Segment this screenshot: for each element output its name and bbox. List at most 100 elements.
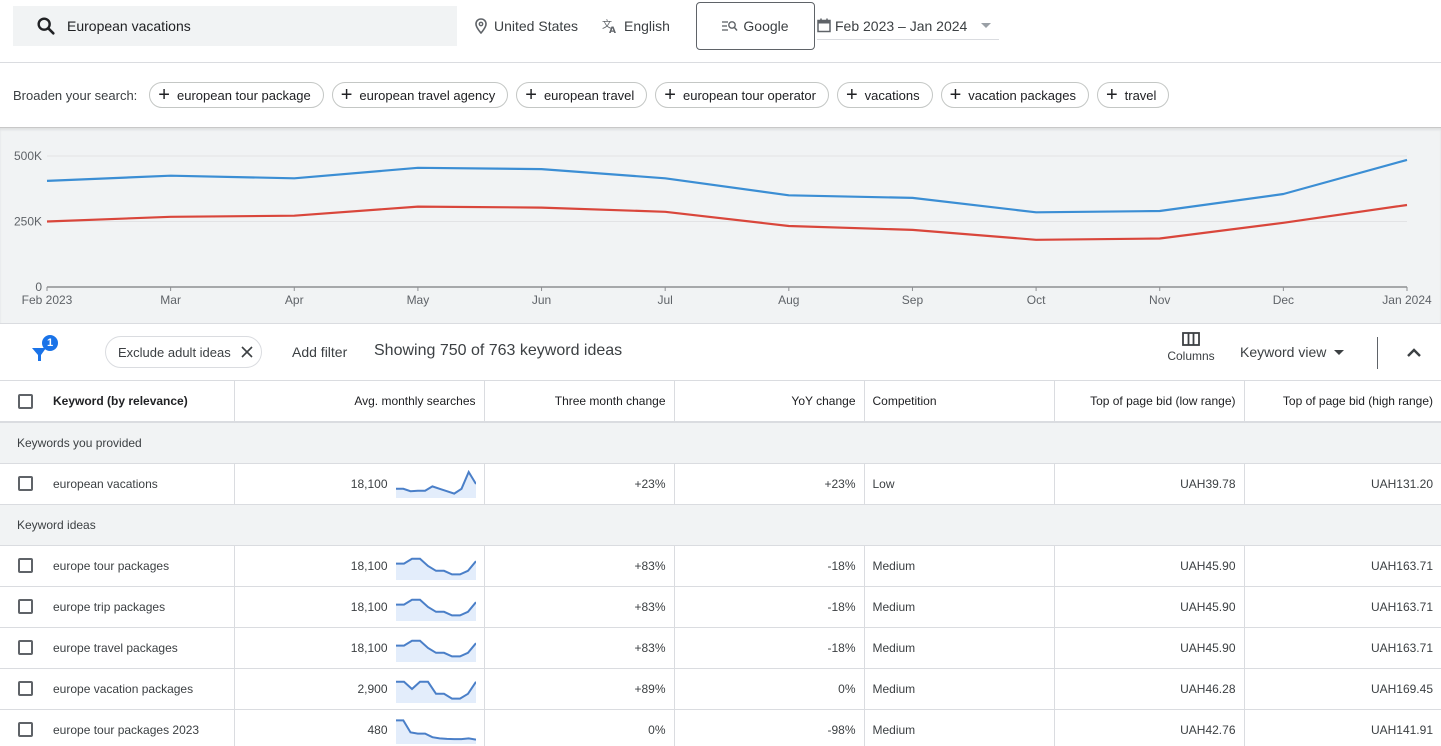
- broaden-chip[interactable]: + european travel: [516, 82, 648, 108]
- keyword-search-box[interactable]: [13, 6, 457, 46]
- competition: Low: [863, 463, 1054, 505]
- x-tick-label: Aug: [778, 293, 799, 307]
- keyword-text: europe tour packages: [53, 558, 170, 573]
- location-selector[interactable]: United States: [474, 0, 578, 52]
- column-header-bid-low[interactable]: Top of page bid (low range): [1053, 381, 1244, 423]
- search-network-selector[interactable]: Google: [696, 2, 815, 50]
- bid-low: UAH45.90: [1053, 545, 1244, 587]
- avg-monthly-searches: 18,100: [350, 558, 388, 573]
- search-icon: [37, 17, 55, 35]
- broaden-chip[interactable]: + european tour package: [149, 82, 324, 108]
- keyword-view-dropdown[interactable]: Keyword view: [1240, 344, 1345, 360]
- plus-icon: +: [525, 84, 537, 106]
- row-checkbox[interactable]: [18, 558, 33, 573]
- three-month-change: +83%: [483, 545, 674, 587]
- broaden-search-bar: Broaden your search: + european tour pack…: [0, 63, 1441, 127]
- add-filter-button[interactable]: Add filter: [292, 344, 347, 360]
- dropdown-arrow-icon: [1334, 349, 1345, 355]
- keyword-search-input[interactable]: [67, 18, 427, 34]
- broaden-label: Broaden your search:: [13, 87, 138, 103]
- column-header-three-month-change[interactable]: Three month change: [483, 381, 674, 423]
- x-tick-label: Oct: [1027, 293, 1046, 307]
- broaden-chip[interactable]: + european tour operator: [655, 82, 829, 108]
- chevron-up-icon[interactable]: [1402, 342, 1426, 362]
- x-tick-label: Sep: [902, 293, 924, 307]
- yoy-change: -18%: [673, 545, 864, 587]
- avg-monthly-searches: 480: [367, 722, 388, 737]
- column-header-keyword[interactable]: Keyword (by relevance): [0, 381, 234, 423]
- group-label: Keywords you provided: [0, 422, 1441, 464]
- table-row[interactable]: europe tour packages 18,100 +83% -18% Me…: [0, 545, 1441, 587]
- exclude-adult-ideas-chip[interactable]: Exclude adult ideas: [105, 336, 262, 368]
- column-header-bid-high[interactable]: Top of page bid (high range): [1243, 381, 1441, 423]
- row-checkbox[interactable]: [18, 681, 33, 696]
- three-month-change: +83%: [483, 586, 674, 628]
- x-tick-label: Apr: [285, 293, 304, 307]
- keyword-ideas-table: Keyword (by relevance) Avg. monthly sear…: [0, 381, 1441, 746]
- select-all-checkbox[interactable]: [18, 393, 33, 409]
- location-pin-icon: [475, 18, 487, 34]
- search-network-label: Google: [743, 18, 789, 34]
- plus-icon: +: [845, 84, 858, 106]
- yoy-change: -18%: [673, 586, 864, 628]
- x-tick-label: May: [407, 293, 430, 307]
- keyword-text: european vacations: [53, 476, 158, 491]
- plus-icon: +: [664, 84, 676, 106]
- chip-label: vacations: [864, 87, 920, 103]
- trend-sparkline: [395, 639, 476, 662]
- keyword-view-label: Keyword view: [1240, 344, 1327, 360]
- filter-button[interactable]: 1: [30, 334, 62, 366]
- avg-monthly-searches: 18,100: [350, 599, 388, 614]
- bid-low: UAH46.28: [1053, 668, 1244, 710]
- keyword-text: europe vacation packages: [53, 681, 194, 696]
- column-header-yoy-change[interactable]: YoY change: [673, 381, 864, 423]
- yoy-change: +23%: [673, 463, 864, 505]
- broaden-chip[interactable]: + vacation packages: [940, 82, 1089, 108]
- series-line-total: [46, 158, 1408, 214]
- avg-monthly-searches: 18,100: [350, 640, 388, 655]
- divider: [1377, 337, 1378, 369]
- x-tick-label: Nov: [1149, 293, 1170, 307]
- broaden-chip[interactable]: + european travel agency: [331, 82, 509, 108]
- competition: Medium: [863, 668, 1054, 710]
- series-line-mobile: [46, 203, 1408, 241]
- column-header-searches[interactable]: Avg. monthly searches: [233, 381, 484, 423]
- filter-count-badge: 1: [42, 335, 58, 351]
- yoy-change: 0%: [673, 668, 864, 710]
- row-checkbox[interactable]: [18, 722, 33, 737]
- date-range-selector[interactable]: Feb 2023 – Jan 2024: [817, 12, 999, 40]
- close-icon[interactable]: [241, 346, 253, 358]
- bid-high: UAH141.91: [1243, 709, 1441, 746]
- date-range-label: Feb 2023 – Jan 2024: [835, 17, 968, 34]
- three-month-change: +83%: [483, 627, 674, 669]
- row-checkbox[interactable]: [18, 640, 33, 655]
- three-month-change: +23%: [483, 463, 674, 505]
- bid-low: UAH45.90: [1053, 586, 1244, 628]
- bid-low: UAH39.78: [1053, 463, 1244, 505]
- row-checkbox[interactable]: [18, 476, 33, 491]
- location-label: United States: [494, 18, 579, 34]
- table-row[interactable]: europe vacation packages 2,900 +89% 0% M…: [0, 668, 1441, 710]
- language-label: English: [624, 18, 670, 34]
- chip-label: travel: [1124, 87, 1157, 103]
- trend-sparkline: [395, 557, 476, 580]
- y-tick-label: 500K: [14, 149, 42, 163]
- broaden-chip[interactable]: + travel: [1096, 82, 1170, 108]
- table-header-row: Keyword (by relevance) Avg. monthly sear…: [0, 381, 1441, 423]
- x-tick-label: Jun: [532, 293, 551, 307]
- trend-sparkline: [395, 718, 476, 744]
- bid-high: UAH163.71: [1243, 627, 1441, 669]
- columns-button[interactable]: Columns: [1160, 332, 1222, 376]
- table-row[interactable]: europe tour packages 2023 480 0% -98% Me…: [0, 709, 1441, 746]
- competition: Medium: [863, 586, 1054, 628]
- table-row[interactable]: europe trip packages 18,100 +83% -18% Me…: [0, 586, 1441, 628]
- table-row[interactable]: europe travel packages 18,100 +83% -18% …: [0, 627, 1441, 669]
- column-header-competition[interactable]: Competition: [863, 381, 1054, 423]
- table-row[interactable]: european vacations 18,100 +23% +23% Low …: [0, 463, 1441, 505]
- language-selector[interactable]: 文A English: [602, 0, 670, 52]
- chip-label: european tour package: [176, 87, 311, 103]
- broaden-chip[interactable]: + vacations: [836, 82, 933, 108]
- plus-icon: +: [158, 84, 170, 106]
- row-checkbox[interactable]: [18, 599, 33, 614]
- filter-chip-label: Exclude adult ideas: [118, 344, 231, 360]
